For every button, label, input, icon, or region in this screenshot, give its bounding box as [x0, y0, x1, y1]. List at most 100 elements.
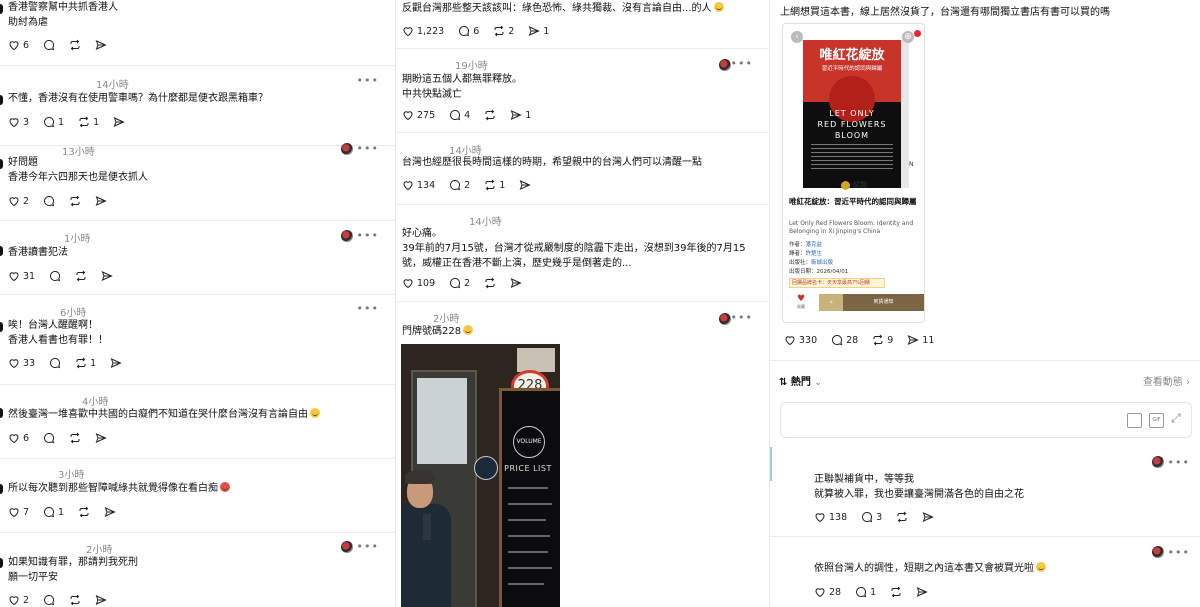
share-button[interactable]: 1 [510, 109, 531, 121]
comment-button[interactable]: 1 [43, 506, 64, 518]
comment-button[interactable]: 3 [861, 511, 882, 523]
notify-button[interactable]: 到貨通知 [843, 294, 924, 311]
reply-avatar[interactable] [1152, 546, 1164, 558]
share-button[interactable] [110, 357, 122, 369]
like-button[interactable]: 134 [402, 179, 435, 191]
repost-button[interactable] [896, 511, 908, 523]
comment-button[interactable] [49, 357, 61, 369]
share-button[interactable] [95, 594, 107, 606]
share-button[interactable] [95, 432, 107, 444]
repost-button[interactable] [69, 39, 81, 51]
more-menu-button[interactable]: ••• [357, 142, 379, 155]
repost-button[interactable]: 1 [484, 179, 505, 191]
like-button[interactable]: 6 [8, 432, 29, 444]
avatar[interactable] [0, 408, 3, 418]
repost-button[interactable] [69, 432, 81, 444]
more-menu-button[interactable]: ••• [357, 74, 379, 87]
avatar[interactable] [0, 246, 3, 256]
chevron-left-icon[interactable]: ‹ [791, 31, 803, 43]
share-button[interactable] [113, 116, 125, 128]
repost-button[interactable]: 9 [872, 334, 893, 346]
avatar[interactable] [0, 159, 3, 169]
like-button[interactable]: 7 [8, 506, 29, 518]
avatar[interactable] [0, 95, 3, 105]
like-button[interactable]: 2 [8, 594, 29, 606]
like-button[interactable]: 275 [402, 109, 435, 121]
avatar[interactable] [0, 322, 3, 332]
share-button[interactable] [95, 39, 107, 51]
share-button[interactable] [519, 179, 531, 191]
like-button[interactable]: 3 [8, 116, 29, 128]
like-button[interactable]: 28 [814, 586, 841, 598]
comment-button[interactable]: 2 [449, 277, 470, 289]
avatar[interactable] [0, 484, 3, 494]
share-button[interactable] [922, 511, 934, 523]
comment-button[interactable]: 28 [831, 334, 858, 346]
trial-read-button[interactable]: 試閱 [841, 180, 867, 190]
reply-avatar[interactable] [341, 230, 353, 242]
repost-button[interactable] [69, 594, 81, 606]
reply-avatar[interactable] [1152, 456, 1164, 468]
share-button[interactable]: 11 [907, 334, 934, 346]
comment-button[interactable] [43, 594, 55, 606]
avatar[interactable] [0, 4, 3, 14]
collect-button[interactable]: ♥ 收藏 [783, 294, 819, 311]
view-activity-link[interactable]: 查看動態 › [1143, 373, 1190, 388]
share-button[interactable] [510, 277, 522, 289]
more-menu-button[interactable]: ••• [731, 311, 753, 324]
share-button[interactable] [104, 506, 116, 518]
more-menu-button[interactable]: ••• [357, 540, 379, 553]
book-cover[interactable]: 唯紅花綻放 習近平時代的認同與歸屬 LET ONLY RED FLOWERS B… [803, 40, 901, 188]
store-button[interactable]: ⌂ [819, 294, 843, 311]
more-menu-button[interactable]: ••• [1168, 546, 1190, 559]
reply-composer[interactable]: GIF ⤢ [780, 402, 1192, 438]
repost-button[interactable] [75, 270, 87, 282]
share-button[interactable] [95, 195, 107, 207]
repost-button[interactable]: 1 [78, 116, 99, 128]
repost-button[interactable]: 2 [493, 25, 514, 37]
comment-button[interactable]: 2 [449, 179, 470, 191]
repost-button[interactable] [78, 506, 90, 518]
like-button[interactable]: 138 [814, 511, 847, 523]
author-link[interactable]: 潘克益 [806, 242, 823, 248]
share-button[interactable]: 1 [528, 25, 549, 37]
like-button[interactable]: 33 [8, 357, 35, 369]
share-button[interactable] [101, 270, 113, 282]
cart-icon[interactable]: ⊕ [902, 31, 914, 43]
repost-button[interactable] [890, 586, 902, 598]
reply-avatar[interactable] [719, 59, 731, 71]
more-menu-button[interactable]: ••• [731, 57, 753, 70]
comment-button[interactable] [43, 432, 55, 444]
like-button[interactable]: 31 [8, 270, 35, 282]
comment-button[interactable]: 1 [855, 586, 876, 598]
share-button[interactable] [916, 586, 928, 598]
expand-icon[interactable]: ⤢ [1171, 411, 1181, 426]
more-menu-button[interactable]: ••• [1168, 456, 1190, 469]
image-icon[interactable] [1127, 413, 1142, 428]
publisher-link[interactable]: 衛城出版 [811, 260, 833, 266]
gif-icon[interactable]: GIF [1149, 413, 1164, 428]
book-product-card[interactable]: ‹ 唯紅花綻放 習近平時代的認同與歸屬 LET ONLY RED FLOWERS… [782, 23, 925, 323]
comment-button[interactable] [49, 270, 61, 282]
book-title[interactable]: 唯紅花綻放：習近平時代的認同與歸屬 [789, 196, 918, 207]
repost-button[interactable] [69, 195, 81, 207]
repost-button[interactable] [484, 277, 496, 289]
sort-dropdown[interactable]: ⇅ 熱門 ⌄ [779, 373, 822, 388]
translator-link[interactable]: 許楚生 [806, 251, 823, 257]
repost-button[interactable]: 1 [75, 357, 96, 369]
like-button[interactable]: 6 [8, 39, 29, 51]
repost-button[interactable] [484, 109, 496, 121]
comment-button[interactable] [43, 195, 55, 207]
avatar[interactable] [0, 558, 3, 568]
post-photo[interactable]: 228 VOLUME PRICE LIST [401, 344, 560, 607]
comment-button[interactable]: 6 [458, 25, 479, 37]
reply-avatar[interactable] [341, 143, 353, 155]
comment-button[interactable] [43, 39, 55, 51]
comment-button[interactable]: 1 [43, 116, 64, 128]
like-button[interactable]: 330 [784, 334, 817, 346]
more-menu-button[interactable]: ••• [357, 302, 379, 315]
like-button[interactable]: 2 [8, 195, 29, 207]
like-button[interactable]: 1,223 [402, 25, 444, 37]
more-menu-button[interactable]: ••• [357, 229, 379, 242]
like-button[interactable]: 109 [402, 277, 435, 289]
